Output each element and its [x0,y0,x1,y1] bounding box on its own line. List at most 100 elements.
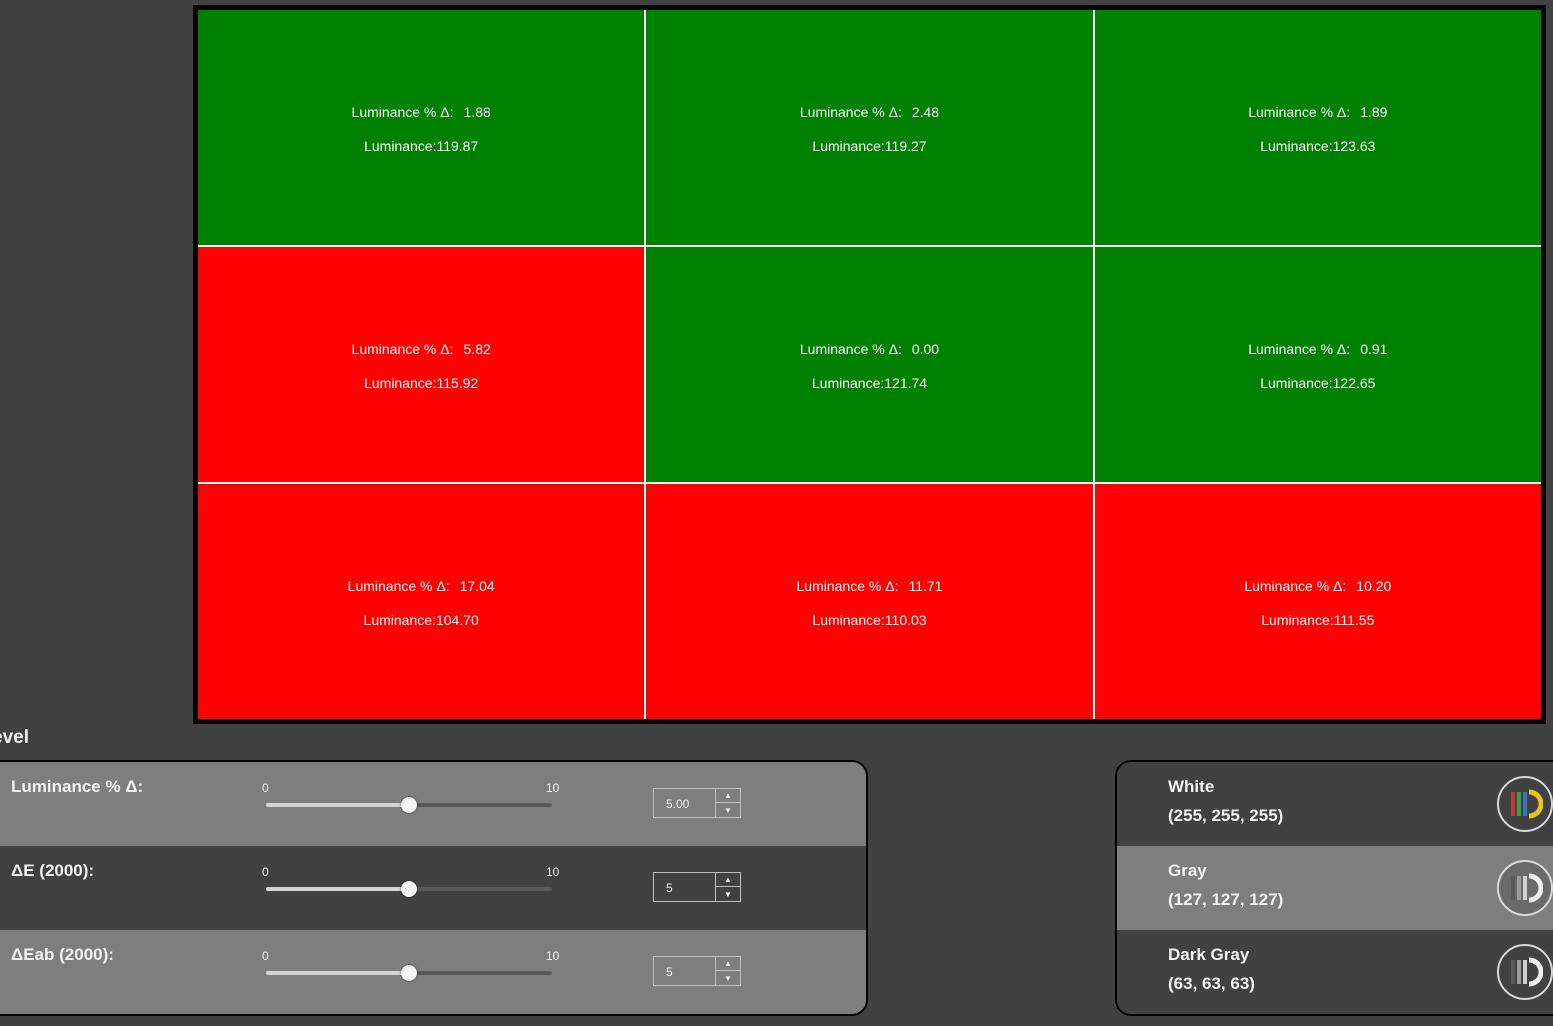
pattern-item-dark-gray[interactable]: Dark Gray (63, 63, 63) [1117,930,1553,1014]
pattern-name: Gray [1168,861,1207,880]
spin-down-icon[interactable]: ▼ [716,971,740,985]
luminance-label: Luminance: [812,612,885,628]
luminance-value: 104.70 [435,612,479,628]
slider-handle[interactable] [401,797,417,813]
delta-value: 17.04 [459,578,495,594]
delta-value: 1.89 [1360,104,1388,120]
luminance-slider[interactable] [266,797,552,813]
slider-fill [266,971,409,975]
luminance-delta-line: Luminance % Δ: 11.71 [797,576,943,596]
uniformity-grid: Luminance % Δ: 1.88 Luminance:119.87 Lumi… [193,5,1546,724]
delta-label: Luminance % Δ: [1248,341,1351,357]
delta-e-spinbox[interactable]: 5 ▲ ▼ [653,872,741,902]
luminance-line: Luminance:104.70 [364,610,479,630]
delta-label: Luminance % Δ: [799,341,902,357]
delta-label: Luminance % Δ: [351,104,454,120]
delta-value: 0.00 [911,341,940,357]
luminance-delta-line: Luminance % Δ: 2.48 [800,102,939,122]
spin-down-icon[interactable]: ▼ [716,887,740,901]
grid-cell: Luminance % Δ: 0.00 Luminance:121.74 [646,247,1093,482]
delta-label: Luminance % Δ: [1248,104,1351,120]
grid-cell: Luminance % Δ: 5.82 Luminance:115.92 [198,247,645,482]
delta-label: Luminance % Δ: [1244,578,1347,594]
luminance-label: Luminance: [812,138,885,154]
luminance-delta-line: Luminance % Δ: 5.82 [352,339,491,359]
section-title: evel [0,726,60,750]
pattern-item-gray[interactable]: Gray (127, 127, 127) [1117,846,1553,930]
grid-cell: Luminance % Δ: 17.04 Luminance:104.70 [198,484,645,719]
luminance-label: Luminance: [363,612,436,628]
slider-min-label: 0 [262,781,269,795]
luminance-delta-line: Luminance % Δ: 0.91 [1248,339,1387,359]
delta-e-slider[interactable] [266,881,552,897]
luminance-value: 119.27 [884,138,927,154]
spinbox-value[interactable]: 5.00 [666,797,689,811]
luminance-label: Luminance: [811,375,885,391]
grid-cell: Luminance % Δ: 2.48 Luminance:119.27 [646,10,1093,245]
luminance-delta-line: Luminance % Δ: 10.20 [1244,576,1391,596]
pattern-rgb: (255, 255, 255) [1168,806,1284,825]
delta-eab-slider[interactable] [266,965,552,981]
slider-min-label: 0 [262,865,269,879]
grid-cell: Luminance % Δ: 11.71 Luminance:110.03 [646,484,1093,719]
slider-fill [266,803,409,807]
luminance-line: Luminance:119.87 [364,136,478,156]
threshold-label: ΔE (2000): [11,861,95,880]
spin-up-icon[interactable]: ▲ [716,957,740,971]
threshold-row-delta-eab: ΔEab (2000): 0 10 5 ▲ ▼ [0,930,866,1014]
luminance-delta-line: Luminance % Δ: 17.04 [348,576,495,596]
delta-label: Luminance % Δ: [796,578,899,594]
slider-max-label: 10 [546,865,560,879]
slider-max-label: 10 [546,949,560,963]
luminance-value: 115.92 [436,375,479,391]
luminance-line: Luminance:119.27 [812,136,926,156]
delta-value: 2.48 [911,104,940,120]
grid-cell: Luminance % Δ: 10.20 Luminance:111.55 [1094,484,1541,719]
luminance-line: Luminance:121.74 [812,373,927,393]
luminance-delta-line: Luminance % Δ: 0.00 [800,339,939,359]
delta-value: 10.20 [1356,578,1392,594]
spinbox-value[interactable]: 5 [666,965,673,979]
threshold-label: Luminance % Δ: [11,777,144,796]
pattern-rgb: (127, 127, 127) [1168,890,1284,909]
pattern-panel: White (255, 255, 255) Gray (127, 127, 12… [1115,760,1553,1016]
spin-up-icon[interactable]: ▲ [716,789,740,803]
luminance-value: 122.65 [1332,375,1376,391]
luminance-label: Luminance: [364,375,437,391]
delta-label: Luminance % Δ: [347,578,450,594]
luminance-value: 119.87 [436,138,479,154]
slider-handle[interactable] [401,965,417,981]
luminance-value: 110.03 [884,612,927,628]
luminance-line: Luminance:115.92 [364,373,478,393]
threshold-row-luminance: Luminance % Δ: 0 10 5.00 ▲ ▼ [0,762,866,846]
section-title-text: evel [0,727,29,748]
luminance-label: Luminance: [364,138,437,154]
luminance-line: Luminance:110.03 [812,610,926,630]
delta-value: 1.88 [463,104,491,120]
spin-up-icon[interactable]: ▲ [716,873,740,887]
luminance-delta-line: Luminance % Δ: 1.89 [1248,102,1387,122]
luminance-spinbox[interactable]: 5.00 ▲ ▼ [653,788,741,818]
rgb-pattern-icon[interactable] [1497,776,1553,832]
slider-handle[interactable] [401,881,417,897]
slider-fill [266,887,409,891]
slider-max-label: 10 [546,781,560,795]
delta-value: 5.82 [463,341,491,357]
luminance-delta-line: Luminance % Δ: 1.88 [352,102,491,122]
grid-cell: Luminance % Δ: 1.89 Luminance:123.63 [1094,10,1541,245]
pattern-item-white[interactable]: White (255, 255, 255) [1117,762,1553,846]
luminance-value: 111.55 [1333,612,1375,628]
luminance-line: Luminance:111.55 [1261,610,1374,630]
luminance-line: Luminance:123.63 [1260,136,1375,156]
grid-cell: Luminance % Δ: 0.91 Luminance:122.65 [1094,247,1541,482]
spinbox-value[interactable]: 5 [666,881,673,895]
gray-pattern-icon[interactable] [1497,860,1553,916]
spin-down-icon[interactable]: ▼ [716,803,740,817]
grid-cell: Luminance % Δ: 1.88 Luminance:119.87 [198,10,645,245]
luminance-label: Luminance: [1260,138,1333,154]
gray-pattern-icon[interactable] [1497,944,1553,1000]
pattern-rgb: (63, 63, 63) [1168,974,1255,993]
delta-eab-spinbox[interactable]: 5 ▲ ▼ [653,956,741,986]
luminance-line: Luminance:122.65 [1260,373,1375,393]
threshold-row-delta-e: ΔE (2000): 0 10 5 ▲ ▼ [0,846,866,930]
